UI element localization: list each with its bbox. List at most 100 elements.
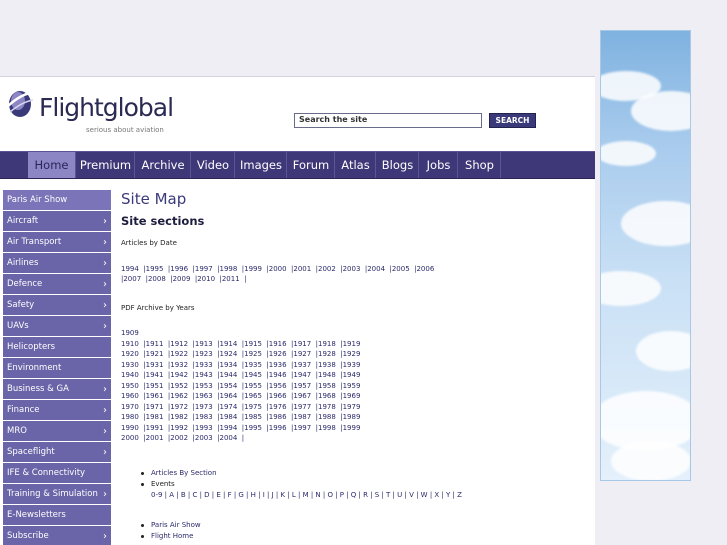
main-content: Site Map Site sections Articles by Date …	[121, 190, 591, 545]
sidebar-item-finance[interactable]: Finance ›	[3, 400, 111, 420]
sidebar-item-air-transport[interactable]: Air Transport ›	[3, 232, 111, 252]
sidebar-item-training-simulation[interactable]: Training & Simulation ›	[3, 484, 111, 504]
cloud-shape	[601, 271, 661, 306]
chevron-right-icon: ›	[103, 405, 107, 416]
sidebar-item-label: Air Transport	[7, 237, 62, 247]
nav-item-shop[interactable]: Shop	[459, 152, 501, 178]
sidebar-item-label: UAVs	[7, 321, 29, 331]
articles-years-line-1[interactable]: 1994 |1995 |1996 |1997 |1998 |1999 |2000…	[121, 264, 434, 275]
sidebar-item-label: Finance	[7, 405, 40, 415]
list-item[interactable]: Flight Home	[141, 532, 193, 540]
chevron-right-icon: ›	[103, 279, 107, 290]
main-nav: Home Premium Archive Video Images Forum …	[0, 151, 595, 179]
flightglobal-logo[interactable]: Flightglobal serious about aviation	[6, 83, 176, 145]
flight-home-link[interactable]: Flight Home	[151, 532, 193, 540]
sidebar-item-label: Environment	[7, 363, 62, 373]
search-button[interactable]: SEARCH	[489, 113, 536, 128]
sidebar-item-environment[interactable]: Environment	[3, 358, 111, 378]
search-input[interactable]: Search the site	[294, 113, 482, 128]
nav-item-atlas[interactable]: Atlas	[336, 152, 376, 178]
cloud-shape	[636, 331, 690, 371]
list-item[interactable]: Paris Air Show	[141, 521, 201, 529]
sidebar-item-label: Aircraft	[7, 216, 39, 226]
sidebar-item-airlines[interactable]: Airlines ›	[3, 253, 111, 273]
sidebar-item-e-newsletters[interactable]: E-Newsletters	[3, 505, 111, 525]
chevron-right-icon: ›	[103, 531, 107, 542]
alphabet-index[interactable]: 0-9 | A | B | C | D | E | F | G | H | I …	[151, 491, 462, 499]
sidebar-item-uavs[interactable]: UAVs ›	[3, 316, 111, 336]
sidebar-item-paris-air-show[interactable]: Paris Air Show	[3, 190, 111, 210]
sidebar-item-mro[interactable]: MRO ›	[3, 421, 111, 441]
chevron-right-icon: ›	[103, 300, 107, 311]
page-title: Site Map	[121, 190, 187, 208]
sidebar-item-subscribe[interactable]: Subscribe ›	[3, 526, 111, 545]
articles-by-section-link[interactable]: Articles By Section	[151, 469, 217, 477]
sidebar-item-defence[interactable]: Defence ›	[3, 274, 111, 294]
chevron-right-icon: ›	[103, 216, 107, 227]
sky-advertisement[interactable]	[600, 30, 691, 481]
pdf-years-row[interactable]: 1920 |1921 |1922 |1923 |1924 |1925 |1926…	[121, 349, 360, 360]
section-title: Site sections	[121, 214, 205, 228]
globe-swoosh-icon	[7, 90, 35, 117]
cloud-shape	[621, 201, 690, 246]
list-item[interactable]: Articles By Section	[141, 469, 217, 477]
sidebar-item-aircraft[interactable]: Aircraft ›	[3, 211, 111, 231]
chevron-right-icon: ›	[103, 489, 107, 500]
nav-item-video[interactable]: Video	[192, 152, 235, 178]
chevron-right-icon: ›	[103, 384, 107, 395]
sidebar-item-label: IFE & Connectivity	[7, 468, 86, 478]
sidebar-item-label: Training & Simulation	[7, 489, 98, 499]
nav-item-premium[interactable]: Premium	[77, 152, 135, 178]
pdf-years-row[interactable]: 1909	[121, 328, 139, 339]
sidebar-item-label: Helicopters	[7, 342, 56, 352]
cloud-shape	[601, 141, 656, 166]
chevron-right-icon: ›	[103, 258, 107, 269]
sidebar-item-label: MRO	[7, 426, 27, 436]
page: Flightglobal serious about aviation Sear…	[0, 76, 595, 545]
pdf-years-row[interactable]: 1950 |1951 |1952 |1953 |1954 |1955 |1956…	[121, 381, 360, 392]
nav-item-home[interactable]: Home	[28, 152, 76, 178]
pdf-years-row[interactable]: 1930 |1931 |1932 |1933 |1934 |1935 |1936…	[121, 360, 360, 371]
sidebar-item-label: Paris Air Show	[7, 195, 68, 205]
nav-item-archive[interactable]: Archive	[136, 152, 191, 178]
sidebar: Paris Air Show Aircraft › Air Transport › …	[3, 190, 111, 545]
chevron-right-icon: ›	[103, 321, 107, 332]
pdf-years-row[interactable]: 1910 |1911 |1912 |1913 |1914 |1915 |1916…	[121, 339, 360, 350]
pdf-archive-label: PDF Archive by Years	[121, 304, 195, 312]
cloud-shape	[631, 91, 690, 131]
sidebar-item-spaceflight[interactable]: Spaceflight ›	[3, 442, 111, 462]
nav-item-blogs[interactable]: Blogs	[377, 152, 419, 178]
sidebar-item-label: Subscribe	[7, 531, 49, 541]
nav-item-forum[interactable]: Forum	[288, 152, 335, 178]
sidebar-item-label: E-Newsletters	[7, 510, 66, 520]
sidebar-item-business-ga[interactable]: Business & GA ›	[3, 379, 111, 399]
sidebar-item-label: Airlines	[7, 258, 39, 268]
bullet-icon	[141, 523, 144, 527]
chevron-right-icon: ›	[103, 426, 107, 437]
articles-by-date-label: Articles by Date	[121, 239, 177, 247]
sidebar-item-ife-connectivity[interactable]: IFE & Connectivity	[3, 463, 111, 483]
logo-wordmark: Flightglobal	[39, 93, 174, 122]
nav-item-images[interactable]: Images	[236, 152, 287, 178]
sidebar-item-safety[interactable]: Safety ›	[3, 295, 111, 315]
sidebar-item-label: Defence	[7, 279, 43, 289]
paris-air-show-link[interactable]: Paris Air Show	[151, 521, 201, 529]
pdf-years-row[interactable]: 2000 |2001 |2002 |2003 |2004 |	[121, 433, 244, 444]
chevron-right-icon: ›	[103, 447, 107, 458]
sidebar-item-label: Safety	[7, 300, 35, 310]
sidebar-item-label: Business & GA	[7, 384, 69, 394]
pdf-years-row[interactable]: 1980 |1981 |1982 |1983 |1984 |1985 |1986…	[121, 412, 360, 423]
bullet-icon	[141, 482, 144, 486]
pdf-years-row[interactable]: 1990 |1991 |1992 |1993 |1994 |1995 |1996…	[121, 423, 360, 434]
chevron-right-icon: ›	[103, 237, 107, 248]
sidebar-item-helicopters[interactable]: Helicopters	[3, 337, 111, 357]
cloud-shape	[611, 441, 690, 480]
header: Flightglobal serious about aviation Sear…	[0, 77, 595, 151]
sidebar-item-label: Spaceflight	[7, 447, 55, 457]
bullet-icon	[141, 534, 144, 538]
pdf-years-row[interactable]: 1970 |1971 |1972 |1973 |1974 |1975 |1976…	[121, 402, 360, 413]
nav-item-jobs[interactable]: Jobs	[420, 152, 458, 178]
pdf-years-row[interactable]: 1960 |1961 |1962 |1963 |1964 |1965 |1966…	[121, 391, 360, 402]
articles-years-line-2[interactable]: |2007 |2008 |2009 |2010 |2011 |	[121, 274, 246, 285]
pdf-years-row[interactable]: 1940 |1941 |1942 |1943 |1944 |1945 |1946…	[121, 370, 360, 381]
